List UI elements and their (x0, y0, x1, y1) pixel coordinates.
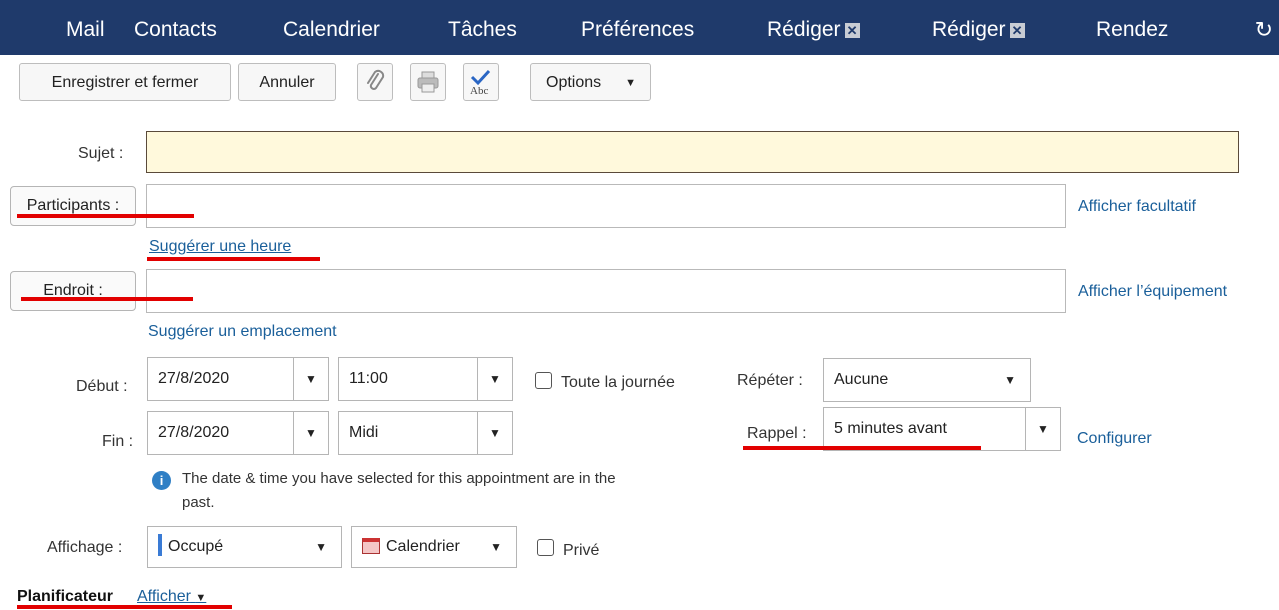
tab-calendrier[interactable]: Calendrier (283, 0, 380, 55)
show-optional-link[interactable]: Afficher facultatif (1078, 198, 1196, 216)
repeat-label: Répéter : (737, 372, 803, 389)
print-button[interactable] (410, 63, 446, 101)
chevron-down-icon: ▼ (315, 540, 327, 554)
tab-preferences[interactable]: Préférences (581, 0, 694, 55)
subject-label: Sujet : (78, 145, 124, 162)
tab-contacts[interactable]: Contacts (134, 0, 217, 55)
location-input[interactable] (146, 269, 1066, 313)
chevron-down-icon: ▼ (195, 592, 207, 604)
close-icon[interactable]: ✕ (1009, 23, 1025, 38)
display-label: Affichage : (47, 539, 123, 556)
chevron-down-icon[interactable]: ▼ (477, 412, 512, 454)
close-icon[interactable]: ✕ (844, 23, 860, 38)
chevron-down-icon[interactable]: ▼ (477, 358, 512, 400)
location-button[interactable]: Endroit : (10, 271, 136, 311)
all-day-checkbox[interactable] (535, 372, 552, 389)
annotation-underline (21, 297, 193, 301)
reminder-select[interactable]: 5 minutes avant ▼ (823, 407, 1061, 451)
chevron-down-icon[interactable]: ▼ (1025, 408, 1060, 450)
all-day-label: Toute la journée (561, 374, 675, 391)
save-close-button[interactable]: Enregistrer et fermer (19, 63, 231, 101)
info-message-line-2: past. (182, 494, 215, 511)
info-message-line-1: The date & time you have selected for th… (182, 470, 616, 487)
suggest-time-link[interactable]: Suggérer une heure (149, 238, 291, 256)
tab-compose-1[interactable]: Rédiger ✕ (767, 0, 860, 55)
scheduler-title: Planificateur (17, 588, 114, 605)
show-equipment-link[interactable]: Afficher l’équipement (1078, 283, 1227, 301)
start-time-select[interactable]: 11:00 ▼ (338, 357, 513, 401)
end-date-picker[interactable]: 27/8/2020 ▼ (147, 411, 329, 455)
scheduler-show-link[interactable]: Afficher ▼ (137, 588, 206, 606)
busy-indicator (158, 534, 162, 556)
participants-button[interactable]: Participants : (10, 186, 136, 226)
private-label: Privé (563, 542, 600, 559)
chevron-down-icon: ▼ (490, 540, 502, 554)
configure-link[interactable]: Configurer (1077, 430, 1152, 448)
printer-icon (417, 71, 439, 93)
reminder-label: Rappel : (747, 425, 807, 442)
chevron-down-icon: ▼ (625, 77, 636, 89)
annotation-underline (147, 257, 320, 261)
tab-taches[interactable]: Tâches (448, 0, 517, 55)
svg-text:Abc: Abc (470, 85, 488, 97)
tab-appointment[interactable]: Rendez (1096, 0, 1176, 55)
annotation-underline (17, 214, 194, 218)
refresh-icon[interactable]: ↻ (1255, 0, 1273, 55)
chevron-down-icon[interactable]: ▼ (293, 412, 328, 454)
start-label: Début : (76, 378, 128, 395)
subject-input[interactable] (146, 131, 1239, 173)
end-label: Fin : (102, 433, 134, 450)
app-tab-bar: Mail Contacts Calendrier Tâches Préféren… (0, 0, 1279, 55)
cancel-button[interactable]: Annuler (238, 63, 336, 101)
attach-button[interactable] (357, 63, 393, 101)
end-time-select[interactable]: Midi ▼ (338, 411, 513, 455)
options-dropdown[interactable]: Options ▼ (530, 63, 651, 101)
calendar-select[interactable]: Calendrier ▼ (351, 526, 517, 568)
tab-compose-2[interactable]: Rédiger ✕ (932, 0, 1025, 55)
tab-mail[interactable]: Mail (66, 0, 105, 55)
availability-select[interactable]: Occupé ▼ (147, 526, 342, 568)
spellcheck-icon: Abc (470, 69, 491, 97)
info-icon: i (152, 471, 171, 490)
annotation-underline (17, 605, 232, 609)
calendar-icon (362, 538, 380, 554)
participants-input[interactable] (146, 184, 1066, 228)
spellcheck-button[interactable]: Abc (463, 63, 499, 101)
private-checkbox[interactable] (537, 539, 554, 556)
start-date-picker[interactable]: 27/8/2020 ▼ (147, 357, 329, 401)
chevron-down-icon[interactable]: ▼ (293, 358, 328, 400)
annotation-underline (743, 446, 981, 450)
repeat-select[interactable]: Aucune ▼ (823, 358, 1031, 402)
chevron-down-icon: ▼ (1004, 373, 1016, 387)
suggest-location-link[interactable]: Suggérer un emplacement (148, 323, 337, 341)
paperclip-icon (367, 69, 385, 90)
